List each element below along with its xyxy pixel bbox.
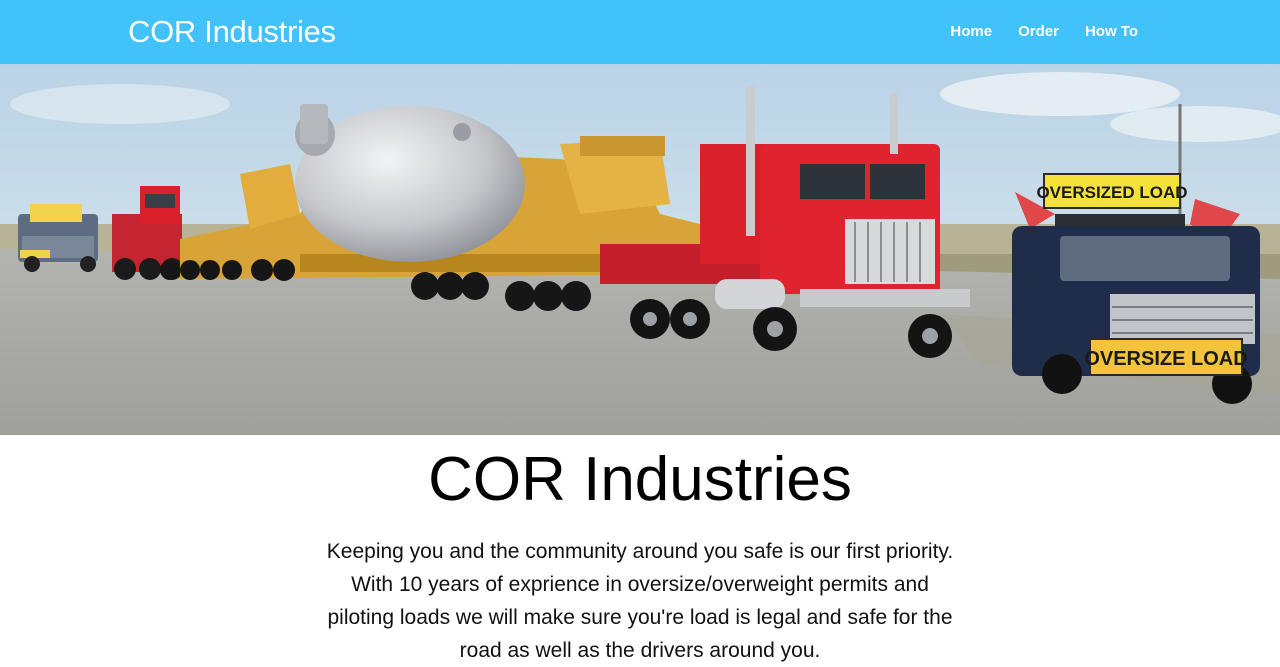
navbar: COR Industries Home Order How To: [0, 0, 1280, 64]
page-title: COR Industries: [428, 445, 852, 514]
nav-link-order[interactable]: Order: [1005, 0, 1072, 64]
nav-links: Home Order How To: [937, 0, 1152, 64]
sign-top-text: OVERSIZED LOAD: [1036, 183, 1187, 202]
nav-link-how-to[interactable]: How To: [1072, 0, 1152, 64]
oversize-load-photo: OVERSIZED LOAD OVERSIZE LOAD: [0, 64, 1280, 435]
oversized-load-sign: OVERSIZED LOAD: [1036, 173, 1188, 209]
hero-image: OVERSIZED LOAD OVERSIZE LOAD: [0, 64, 1280, 435]
oversize-load-bumper-sign: OVERSIZE LOAD: [1084, 338, 1248, 376]
brand-logo-link[interactable]: COR Industries: [128, 13, 336, 51]
sign-bumper-text: OVERSIZE LOAD: [1084, 348, 1247, 370]
nav-link-home[interactable]: Home: [937, 0, 1005, 64]
escort-pickup-left: [18, 204, 98, 272]
intro-text: Keeping you and the community around you…: [326, 540, 954, 662]
